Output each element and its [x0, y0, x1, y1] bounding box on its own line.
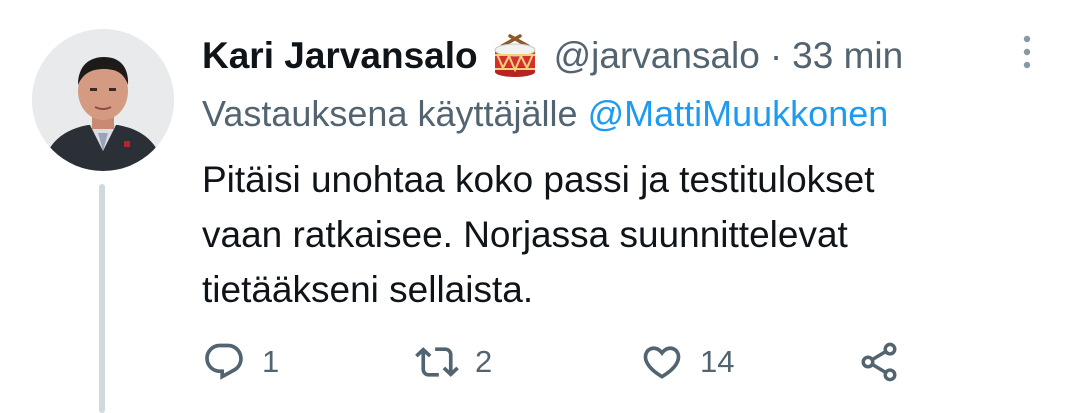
retweet-count: 2: [475, 344, 493, 379]
like-count: 14: [700, 344, 735, 379]
drum-emoji-icon: [490, 34, 540, 78]
share-icon: [861, 342, 897, 382]
reply-context-label: Vastauksena käyttäjälle: [202, 93, 578, 134]
more-vertical-icon: [1023, 35, 1031, 69]
like-button[interactable]: 14: [640, 336, 734, 388]
avatar[interactable]: [32, 29, 174, 171]
heart-icon: [643, 346, 681, 379]
more-options-button[interactable]: [1012, 32, 1042, 72]
tweet-header: Kari Jarvansalo @jarvansalo · 33 min: [202, 30, 903, 82]
tweet-actions: 1 2 14: [202, 336, 1022, 388]
thread-line: [99, 184, 105, 413]
reply-mention-link[interactable]: @MattiMuukkonen: [588, 93, 889, 134]
retweet-icon: [415, 347, 459, 377]
header-separator: ·: [769, 35, 783, 76]
reply-context: Vastauksena käyttäjälle @MattiMuukkonen: [202, 93, 888, 135]
reply-icon: [205, 343, 243, 380]
timestamp[interactable]: 33 min: [792, 35, 903, 77]
display-name[interactable]: Kari Jarvansalo: [202, 35, 478, 77]
user-handle[interactable]: @jarvansalo: [554, 35, 760, 77]
share-button[interactable]: [857, 336, 901, 388]
tweet-text-line: tietääkseni sellaista.: [202, 269, 534, 310]
tweet-text-line: Pitäisi unohtaa koko passi ja testitulok…: [202, 159, 875, 200]
tweet-text-line: vaan ratkaisee. Norjassa suunnittelevat: [202, 214, 848, 255]
tweet[interactable]: Kari Jarvansalo @jarvansalo · 33 min Vas…: [0, 0, 1080, 413]
avatar-image: [32, 29, 174, 171]
reply-count: 1: [262, 344, 280, 379]
tweet-text: Pitäisi unohtaa koko passi ja testitulok…: [202, 152, 1042, 317]
retweet-button[interactable]: 2: [415, 336, 492, 388]
reply-button[interactable]: 1: [202, 336, 279, 388]
